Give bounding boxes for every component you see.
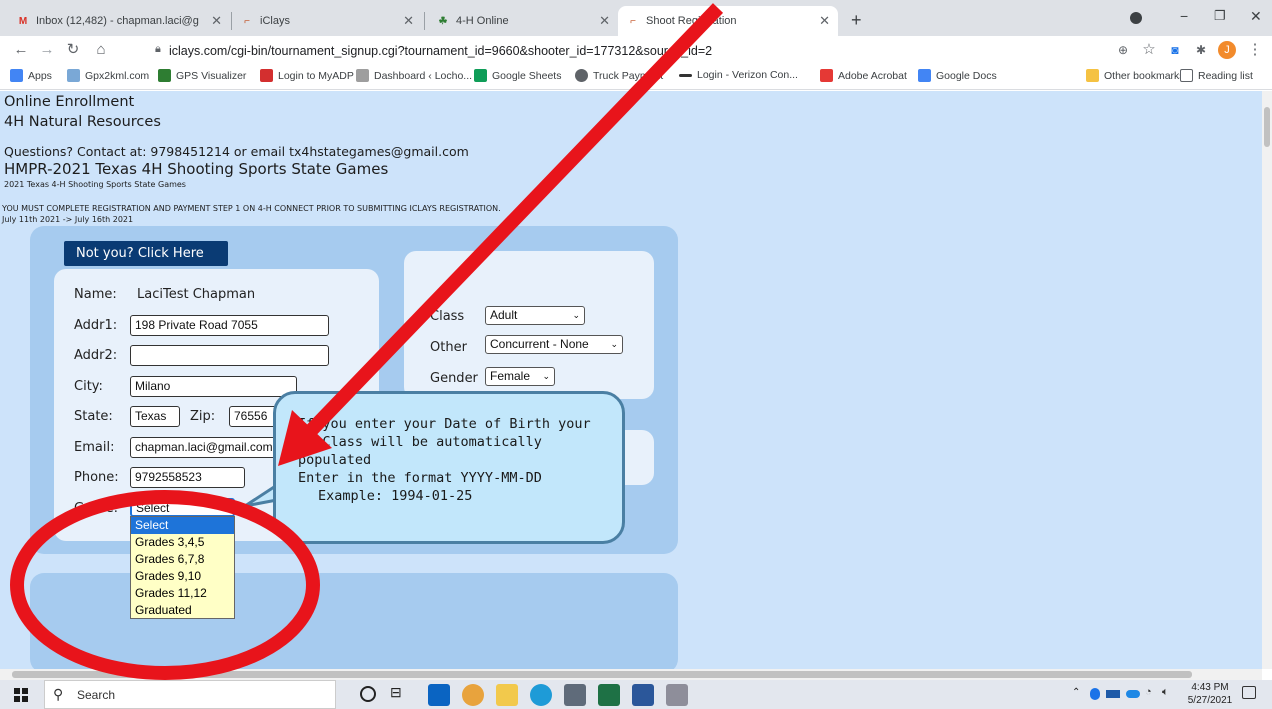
calculator-icon[interactable] [564, 684, 586, 706]
chrome-icon[interactable] [462, 684, 484, 706]
clock-date[interactable]: 5/27/2021 [1185, 695, 1235, 706]
excel-icon[interactable] [598, 684, 620, 706]
taskbar-search[interactable]: ⚲ Search [44, 680, 336, 709]
clock-time[interactable]: 4:43 PM [1185, 682, 1235, 693]
outlook-icon[interactable] [428, 684, 450, 706]
edge-icon[interactable] [530, 684, 552, 706]
bluetooth-icon[interactable] [1090, 688, 1100, 700]
file-explorer-icon[interactable] [496, 684, 518, 706]
red-annotations [10, 3, 724, 680]
snipping-tool-icon[interactable] [666, 684, 688, 706]
red-arrow-shaft [294, 3, 724, 447]
onedrive-icon[interactable] [1126, 690, 1140, 698]
word-icon[interactable] [632, 684, 654, 706]
red-circle [10, 490, 320, 680]
notifications-icon[interactable] [1242, 686, 1256, 699]
task-view-icon[interactable]: ⊟ [390, 684, 402, 701]
chevron-up-icon[interactable]: ⌃ [1072, 687, 1080, 698]
battery-icon[interactable] [1106, 690, 1120, 698]
search-icon: ⚲ [53, 686, 64, 702]
cortana-icon[interactable] [360, 686, 376, 702]
windows-start-icon[interactable] [14, 688, 28, 702]
windows-taskbar: ⚲ Search ⊟ ⌃ ◔ 🔈︎ 4:43 PM 5/27/2021 [0, 680, 1272, 709]
wifi-icon[interactable]: ◔ [1145, 686, 1152, 698]
volume-icon[interactable]: 🔈︎ [1162, 686, 1169, 699]
